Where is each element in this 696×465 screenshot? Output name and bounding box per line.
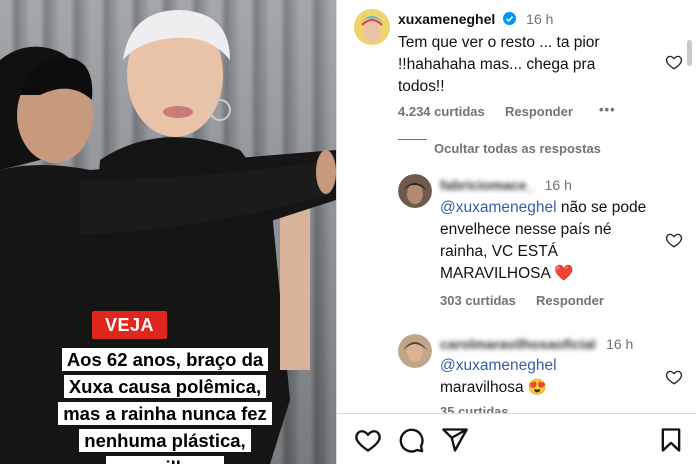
caption-line: maravilhosa — [106, 456, 224, 464]
reply-username[interactable]: carolmaravilhosaoficial — [440, 336, 596, 352]
photo-caption: Aos 62 anos, braço da Xuxa causa polêmic… — [6, 346, 324, 464]
reply-body: maravilhosa — [440, 379, 528, 396]
reply-header: carolmaravilhosaoficial 16 h — [440, 336, 633, 354]
heart-eyes-emoji: 😍 — [527, 379, 548, 396]
scrollbar-thumb[interactable] — [687, 40, 692, 66]
comments-panel: xuxameneghel 16 h Tem que ver o resto ..… — [337, 0, 696, 464]
replies-divider-line — [398, 139, 427, 140]
more-options-button[interactable]: ••• — [599, 102, 616, 117]
comment-text: Tem que ver o resto ... ta pior !!hahaha… — [398, 34, 600, 95]
avatar-image — [398, 334, 432, 368]
heart-icon[interactable] — [354, 426, 382, 454]
reply-header: fabriciomace_ 16 h — [440, 177, 572, 195]
reply-button[interactable]: Responder — [505, 104, 573, 119]
avatar[interactable] — [398, 174, 432, 208]
like-comment-icon[interactable] — [665, 53, 683, 71]
reply-time: 16 h — [606, 336, 634, 352]
heart-emoji: ❤️ — [554, 265, 574, 282]
comment-likes[interactable]: 4.234 curtidas — [398, 104, 485, 119]
hide-replies-button[interactable]: Ocultar todas as respostas — [434, 141, 601, 156]
caption-line: Aos 62 anos, braço da — [61, 348, 269, 371]
reply-likes[interactable]: 303 curtidas — [440, 293, 516, 308]
mention-link[interactable]: @xuxameneghel — [440, 357, 557, 374]
reply-username[interactable]: fabriciomace_ — [440, 177, 534, 193]
reply-time: 16 h — [544, 177, 572, 193]
like-comment-icon[interactable] — [665, 368, 683, 386]
avatar[interactable] — [354, 9, 390, 45]
caption-line: Xuxa causa polêmica, — [63, 375, 267, 398]
avatar-image — [354, 9, 390, 45]
caption-line: nenhuma plástica, — [79, 429, 251, 452]
caption-line: mas a rainha nunca fez — [58, 402, 272, 425]
post-photo: VEJA Aos 62 anos, braço da Xuxa causa po… — [0, 0, 336, 464]
reply-button[interactable]: Responder — [536, 293, 604, 308]
comment-header: xuxameneghel 16 h — [398, 11, 553, 29]
like-comment-icon[interactable] — [665, 231, 683, 249]
verified-icon — [502, 12, 516, 25]
comment-icon[interactable] — [397, 426, 425, 454]
share-icon[interactable] — [441, 426, 469, 454]
comment-time: 16 h — [526, 11, 554, 27]
avatar-image — [398, 174, 432, 208]
bookmark-icon[interactable] — [657, 426, 685, 454]
reply-text: @xuxameneghel maravilhosa 😍 — [440, 355, 662, 399]
reply-text: @xuxameneghel não se pode envelhece ness… — [440, 197, 662, 285]
avatar[interactable] — [398, 334, 432, 368]
comment-username[interactable]: xuxameneghel — [398, 11, 495, 27]
mention-link[interactable]: @xuxameneghel — [440, 199, 557, 216]
veja-badge: VEJA — [92, 311, 167, 339]
post-action-bar — [337, 413, 696, 465]
